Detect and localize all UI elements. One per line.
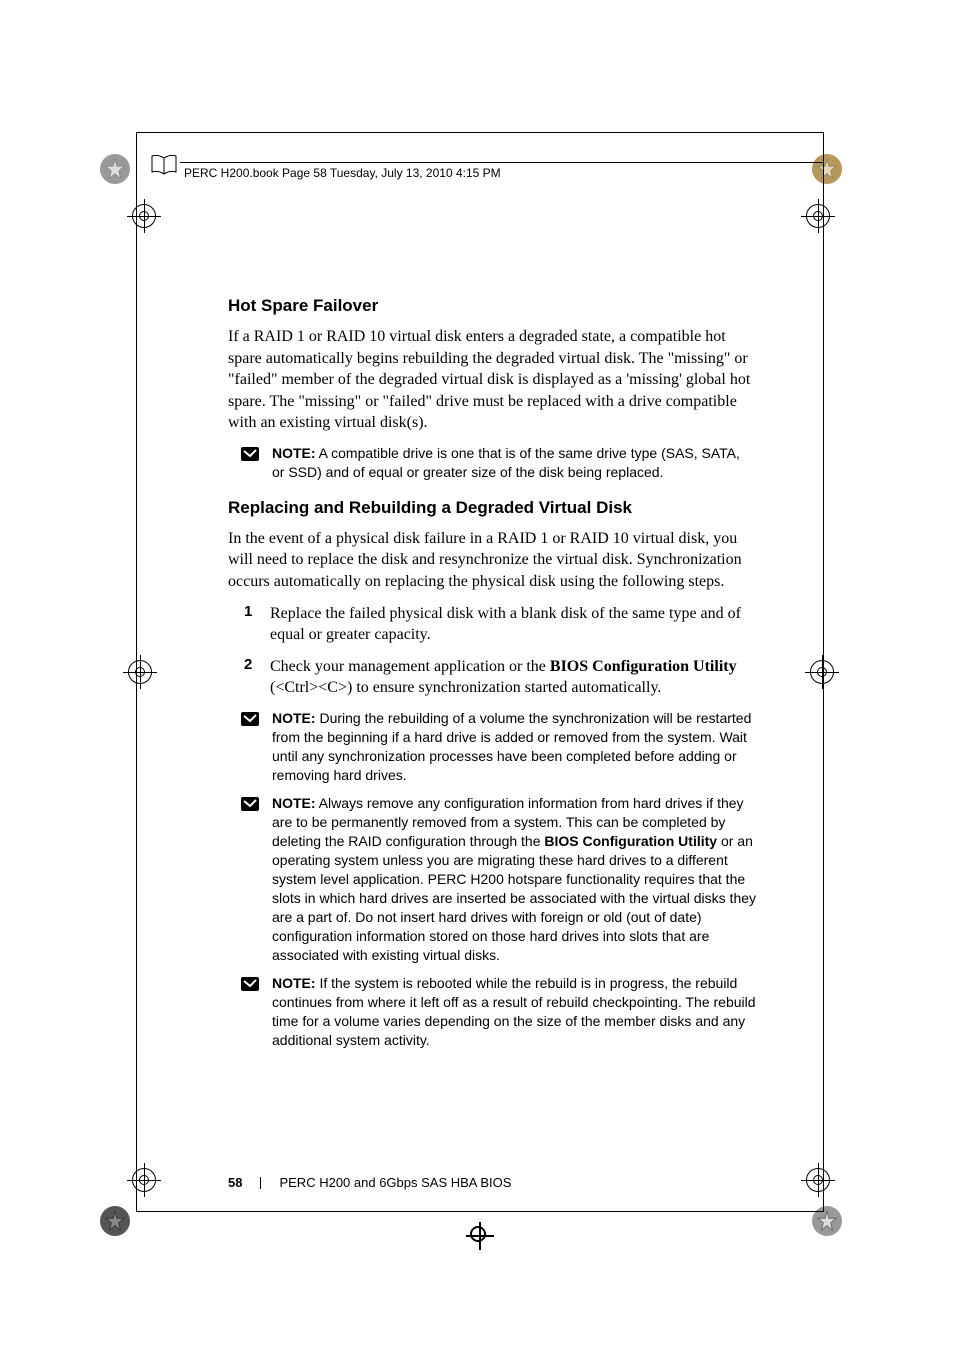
heading-hot-spare: Hot Spare Failover [228, 296, 756, 316]
running-head: PERC H200.book Page 58 Tuesday, July 13,… [184, 166, 501, 180]
star-icon [104, 1210, 126, 1232]
paragraph: If a RAID 1 or RAID 10 virtual disk ente… [228, 326, 756, 434]
list-item: 1 Replace the failed physical disk with … [228, 603, 756, 646]
paragraph: In the event of a physical disk failure … [228, 528, 756, 593]
note-block: NOTE: If the system is rebooted while th… [228, 974, 756, 1050]
header-rule [180, 162, 824, 163]
note-block: NOTE: During the rebuilding of a volume … [228, 709, 756, 785]
page-footer: 58 PERC H200 and 6Gbps SAS HBA BIOS [228, 1175, 511, 1190]
footer-separator [260, 1177, 261, 1189]
note-icon [240, 711, 264, 785]
heading-replacing: Replacing and Rebuilding a Degraded Virt… [228, 498, 756, 518]
book-icon [150, 154, 178, 176]
note-text: NOTE: If the system is rebooted while th… [272, 974, 756, 1050]
note-block: NOTE: Always remove any configuration in… [228, 794, 756, 964]
page-content: Hot Spare Failover If a RAID 1 or RAID 1… [228, 296, 756, 1060]
note-text: NOTE: During the rebuilding of a volume … [272, 709, 756, 785]
list-item: 2 Check your management application or t… [228, 656, 756, 699]
note-text: NOTE: A compatible drive is one that is … [272, 444, 756, 482]
step-number: 1 [244, 603, 270, 646]
note-icon [240, 796, 264, 964]
note-icon [240, 976, 264, 1050]
note-block: NOTE: A compatible drive is one that is … [228, 444, 756, 482]
footer-section-title: PERC H200 and 6Gbps SAS HBA BIOS [279, 1175, 511, 1190]
step-text: Replace the failed physical disk with a … [270, 603, 756, 646]
print-mark-star [100, 154, 130, 184]
note-text: NOTE: Always remove any configuration in… [272, 794, 756, 964]
print-mark-star [100, 1206, 130, 1236]
star-icon [104, 158, 126, 180]
page-number: 58 [228, 1175, 242, 1190]
step-number: 2 [244, 656, 270, 699]
star-icon [816, 1210, 838, 1232]
note-icon [240, 446, 264, 482]
crosshair-icon [466, 1222, 494, 1250]
step-text: Check your management application or the… [270, 656, 756, 699]
